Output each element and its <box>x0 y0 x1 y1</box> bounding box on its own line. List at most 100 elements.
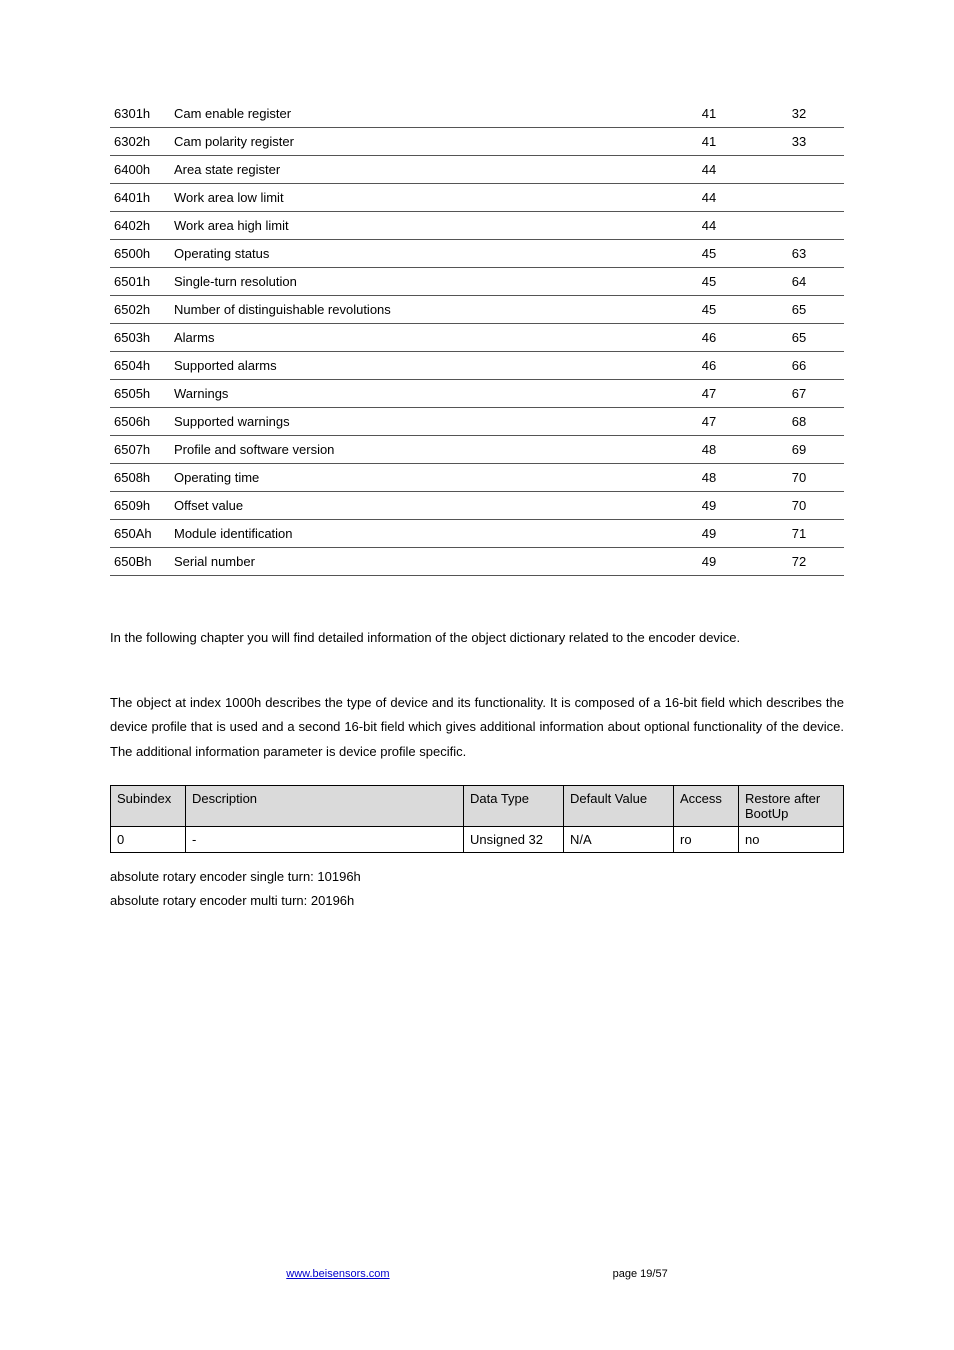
cell-desc: Supported alarms <box>170 352 664 380</box>
table-row: 6508hOperating time4870 <box>110 464 844 492</box>
cell-desc: Offset value <box>170 492 664 520</box>
cell-code: 6302h <box>110 128 170 156</box>
cell-col2: 67 <box>754 380 844 408</box>
cell-col1: 49 <box>664 548 754 576</box>
cell-col1: 48 <box>664 464 754 492</box>
table-row: 6509hOffset value4970 <box>110 492 844 520</box>
cell-code: 6505h <box>110 380 170 408</box>
cell-code: 6301h <box>110 100 170 128</box>
cell-col1: 45 <box>664 240 754 268</box>
cell-code: 650Ah <box>110 520 170 548</box>
cell-col1: 46 <box>664 324 754 352</box>
object-1000h-paragraph: The object at index 1000h describes the … <box>110 691 844 765</box>
cell-code: 650Bh <box>110 548 170 576</box>
cell-col1: 48 <box>664 436 754 464</box>
cell-desc: Area state register <box>170 156 664 184</box>
cell-col1: 49 <box>664 492 754 520</box>
page-footer: www.beisensors.com page 19/57 <box>110 1268 844 1280</box>
cell-description: - <box>186 826 464 852</box>
cell-desc: Operating status <box>170 240 664 268</box>
table-row: 0 - Unsigned 32 N/A ro no <box>111 826 844 852</box>
encoder-notes: absolute rotary encoder single turn: 101… <box>110 865 844 914</box>
cell-desc: Cam enable register <box>170 100 664 128</box>
cell-code: 6502h <box>110 296 170 324</box>
cell-col1: 45 <box>664 268 754 296</box>
cell-col2: 68 <box>754 408 844 436</box>
cell-defaultvalue: N/A <box>564 826 674 852</box>
cell-desc: Number of distinguishable revolutions <box>170 296 664 324</box>
cell-col2: 70 <box>754 492 844 520</box>
cell-col1: 47 <box>664 380 754 408</box>
cell-subindex: 0 <box>111 826 186 852</box>
cell-col2: 65 <box>754 296 844 324</box>
table-row: 6400hArea state register44 <box>110 156 844 184</box>
object-dictionary-table: 6301hCam enable register41326302hCam pol… <box>110 100 844 576</box>
cell-col2: 33 <box>754 128 844 156</box>
cell-restore: no <box>739 826 844 852</box>
footer-link[interactable]: www.beisensors.com <box>286 1268 389 1280</box>
cell-datatype: Unsigned 32 <box>464 826 564 852</box>
cell-col2 <box>754 212 844 240</box>
table-row: 650BhSerial number4972 <box>110 548 844 576</box>
table-row: 6500hOperating status4563 <box>110 240 844 268</box>
cell-desc: Single-turn resolution <box>170 268 664 296</box>
cell-desc: Warnings <box>170 380 664 408</box>
cell-desc: Operating time <box>170 464 664 492</box>
page-number: page 19/57 <box>613 1268 668 1280</box>
cell-col1: 44 <box>664 212 754 240</box>
cell-col2: 66 <box>754 352 844 380</box>
cell-col2: 70 <box>754 464 844 492</box>
object-definition-table: Subindex Description Data Type Default V… <box>110 785 844 853</box>
cell-code: 6500h <box>110 240 170 268</box>
chapter-intro-paragraph: In the following chapter you will find d… <box>110 626 844 651</box>
table-row: 6507hProfile and software version4869 <box>110 436 844 464</box>
cell-desc: Supported warnings <box>170 408 664 436</box>
cell-col1: 41 <box>664 128 754 156</box>
cell-code: 6501h <box>110 268 170 296</box>
header-subindex: Subindex <box>111 785 186 826</box>
table-header-row: Subindex Description Data Type Default V… <box>111 785 844 826</box>
cell-desc: Module identification <box>170 520 664 548</box>
cell-access: ro <box>674 826 739 852</box>
table-row: 6504hSupported alarms4666 <box>110 352 844 380</box>
cell-code: 6507h <box>110 436 170 464</box>
header-access: Access <box>674 785 739 826</box>
table-row: 6301hCam enable register4132 <box>110 100 844 128</box>
cell-col1: 44 <box>664 184 754 212</box>
cell-desc: Serial number <box>170 548 664 576</box>
table-row: 6501hSingle-turn resolution4564 <box>110 268 844 296</box>
cell-col1: 47 <box>664 408 754 436</box>
note-multi-turn: absolute rotary encoder multi turn: 2019… <box>110 889 844 914</box>
cell-col2: 64 <box>754 268 844 296</box>
cell-desc: Profile and software version <box>170 436 664 464</box>
cell-col2: 65 <box>754 324 844 352</box>
cell-code: 6402h <box>110 212 170 240</box>
header-description: Description <box>186 785 464 826</box>
cell-code: 6504h <box>110 352 170 380</box>
cell-col1: 46 <box>664 352 754 380</box>
cell-code: 6509h <box>110 492 170 520</box>
cell-code: 6401h <box>110 184 170 212</box>
header-datatype: Data Type <box>464 785 564 826</box>
cell-col1: 49 <box>664 520 754 548</box>
cell-col2: 32 <box>754 100 844 128</box>
cell-col2: 63 <box>754 240 844 268</box>
cell-desc: Cam polarity register <box>170 128 664 156</box>
header-defaultvalue: Default Value <box>564 785 674 826</box>
cell-col1: 41 <box>664 100 754 128</box>
cell-code: 6508h <box>110 464 170 492</box>
cell-col2 <box>754 184 844 212</box>
cell-code: 6400h <box>110 156 170 184</box>
table-row: 6503hAlarms4665 <box>110 324 844 352</box>
table-row: 6502hNumber of distinguishable revolutio… <box>110 296 844 324</box>
cell-col1: 45 <box>664 296 754 324</box>
cell-col2: 72 <box>754 548 844 576</box>
table-row: 6401hWork area low limit44 <box>110 184 844 212</box>
cell-code: 6503h <box>110 324 170 352</box>
table-row: 6506hSupported warnings4768 <box>110 408 844 436</box>
table-row: 6505hWarnings4767 <box>110 380 844 408</box>
cell-desc: Alarms <box>170 324 664 352</box>
cell-desc: Work area high limit <box>170 212 664 240</box>
cell-col2: 69 <box>754 436 844 464</box>
cell-desc: Work area low limit <box>170 184 664 212</box>
